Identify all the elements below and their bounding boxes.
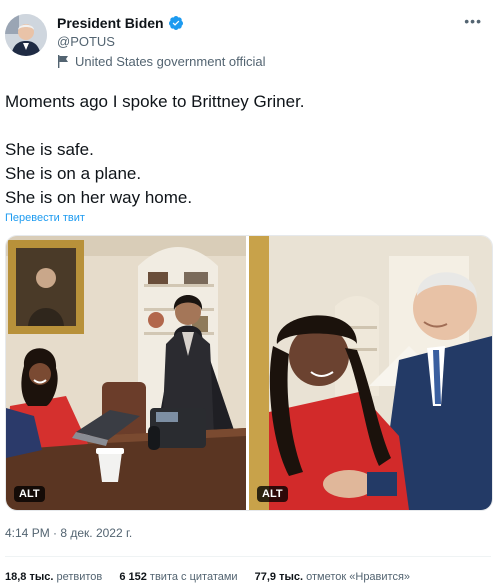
tweet-media: ALT ALT [5,235,493,511]
more-options-icon[interactable]: ••• [464,13,482,29]
retweets-stat[interactable]: 18,8 тыс. ретвитов [5,571,102,583]
tweet-timestamp[interactable]: 4:14 PM · 8 дек. 2022 г. [5,526,132,540]
tweet-line-2: She is safe. [5,140,94,159]
likes-label: отметок «Нравится» [306,571,411,583]
oval-office-embrace-photo [249,236,492,510]
quotes-stat[interactable]: 6 152 твита с цитатами [119,571,237,583]
tweet-line-4: She is on her way home. [5,188,193,207]
author-avatar[interactable] [5,14,47,56]
retweets-label: ретвитов [56,571,103,583]
quotes-count: 6 152 [119,571,147,583]
government-label: United States government official [57,54,266,69]
media-photo-right[interactable]: ALT [249,236,492,510]
alt-badge-right[interactable]: ALT [257,486,288,502]
government-label-text: United States government official [75,54,266,69]
tweet-line-3: She is on a plane. [5,164,142,183]
tweet-stats: 18,8 тыс. ретвитов 6 152 твита с цитатам… [5,571,424,583]
divider [5,556,491,557]
retweets-count: 18,8 тыс. [5,571,54,583]
tweet-line-1: Moments ago I spoke to Brittney Griner. [5,92,305,111]
media-photo-left[interactable]: ALT [6,236,246,510]
verified-badge-icon [168,16,183,30]
tweet-text: Moments ago I spoke to Brittney Griner. … [5,90,485,210]
oval-office-phone-call-photo [6,236,246,510]
author-name[interactable]: President Biden [57,15,164,31]
author-name-row: President Biden [57,15,184,31]
avatar-portrait-icon [5,14,47,56]
alt-badge-left[interactable]: ALT [14,486,45,502]
flag-icon [58,55,68,68]
likes-stat[interactable]: 77,9 тыс. отметок «Нравится» [255,571,410,583]
author-handle[interactable]: @POTUS [57,34,115,49]
translate-tweet-link[interactable]: Перевести твит [5,212,85,224]
likes-count: 77,9 тыс. [254,571,304,583]
quotes-label: твита с цитатами [149,571,238,583]
